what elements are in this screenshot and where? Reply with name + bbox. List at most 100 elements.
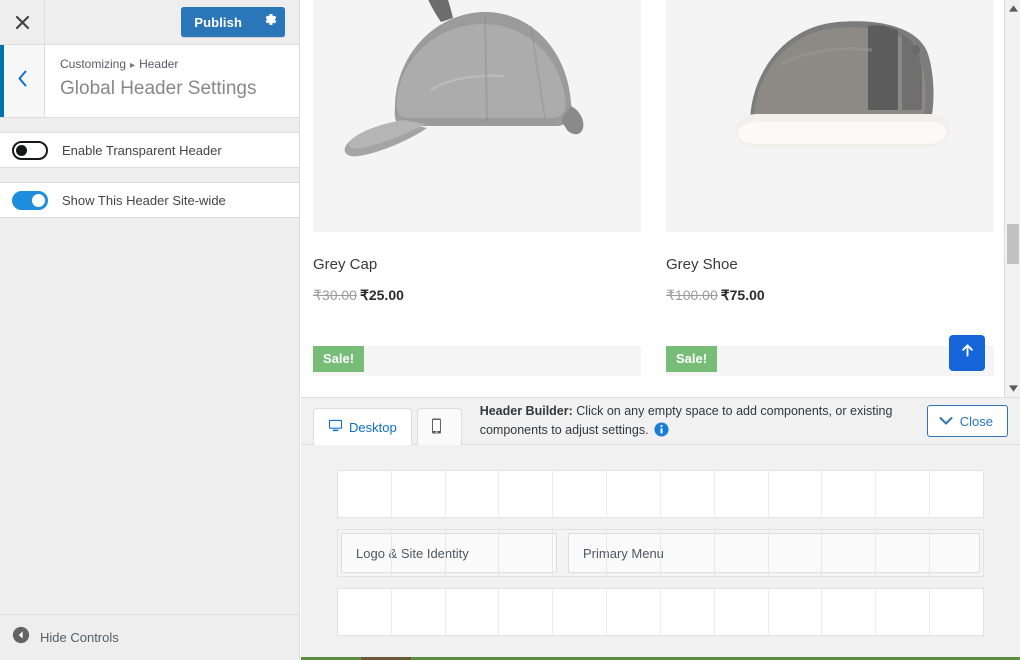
- device-tabs: Desktop: [313, 397, 462, 445]
- gear-icon: [263, 12, 278, 32]
- chevron-down-icon: [939, 414, 953, 429]
- control-show-header-sitewide[interactable]: Show This Header Site-wide: [0, 182, 299, 218]
- customizer-panel: Publish Customizing ▸ Header Global Head…: [0, 0, 300, 660]
- builder-row-primary-header[interactable]: Logo & Site Identity Primary Menu: [337, 529, 984, 577]
- tab-mobile[interactable]: [416, 408, 462, 445]
- back-button[interactable]: [0, 45, 45, 117]
- breadcrumb-root: Customizing: [60, 57, 127, 71]
- publish-settings-button[interactable]: [255, 7, 285, 37]
- chevron-left-icon: [17, 70, 28, 92]
- arrow-up-icon: [959, 342, 976, 364]
- builder-slot[interactable]: [446, 589, 500, 635]
- publish-button[interactable]: Publish: [181, 7, 255, 37]
- scroll-down-arrow-icon[interactable]: [1005, 380, 1020, 397]
- customizer-controls: Enable Transparent Header Show This Head…: [0, 132, 299, 614]
- builder-slot[interactable]: [499, 471, 554, 517]
- builder-row-below-header[interactable]: [337, 588, 984, 636]
- product-name[interactable]: Grey Shoe: [666, 256, 994, 273]
- close-builder-label: Close: [959, 413, 993, 429]
- next-row-products: Sale! Sale!: [313, 346, 994, 376]
- product-price-sale: ₹75.00: [720, 287, 765, 303]
- status-badge: Sale!: [313, 346, 365, 372]
- collapse-left-icon: [12, 626, 30, 649]
- builder-slot[interactable]: [930, 589, 983, 635]
- product-price: ₹30.00 ₹25.00: [313, 287, 641, 304]
- control-label-show-sitewide: Show This Header Site-wide: [62, 192, 226, 208]
- close-builder-button[interactable]: Close: [926, 405, 1008, 437]
- toggle-enable-transparent-header[interactable]: [12, 140, 48, 160]
- builder-item-primary-menu[interactable]: Primary Menu: [568, 533, 980, 573]
- header-builder-message: Header Builder: Click on any empty space…: [462, 398, 927, 444]
- info-icon[interactable]: [654, 422, 669, 437]
- scroll-to-top-button[interactable]: [949, 335, 985, 371]
- builder-slot[interactable]: [822, 471, 877, 517]
- builder-slot[interactable]: [822, 589, 877, 635]
- scroll-up-arrow-icon[interactable]: [1005, 0, 1020, 17]
- control-enable-transparent-header[interactable]: Enable Transparent Header: [0, 132, 299, 168]
- builder-slot[interactable]: [392, 589, 446, 635]
- product-price-sale: ₹25.00: [359, 287, 404, 303]
- builder-slot[interactable]: [661, 471, 715, 517]
- builder-slot[interactable]: [876, 589, 931, 635]
- product-price: ₹100.00 ₹75.00: [666, 287, 994, 304]
- builder-slot[interactable]: [930, 471, 983, 517]
- builder-slot[interactable]: [661, 589, 715, 635]
- toggle-show-header-sitewide[interactable]: [12, 190, 48, 210]
- scrollbar-thumb[interactable]: [1007, 224, 1019, 264]
- grey-shoe-image[interactable]: [666, 0, 994, 232]
- hide-controls-button[interactable]: Hide Controls: [0, 614, 299, 660]
- builder-row-above-header[interactable]: [337, 470, 984, 518]
- builder-slot[interactable]: [769, 471, 823, 517]
- builder-slot[interactable]: [553, 471, 608, 517]
- preview-scrollbar[interactable]: [1004, 0, 1020, 397]
- breadcrumb-separator: ▸: [130, 60, 136, 71]
- builder-slot[interactable]: [607, 589, 661, 635]
- builder-slot[interactable]: [338, 471, 392, 517]
- toggle-knob: [16, 144, 27, 156]
- section-header-text: Customizing ▸ Header Global Header Setting…: [45, 45, 299, 117]
- close-x-icon: [15, 15, 30, 30]
- header-builder-toolbar: Desktop Header Builder: Click on any emp…: [301, 398, 1020, 445]
- builder-item-label: Primary Menu: [583, 545, 664, 561]
- builder-slot[interactable]: [607, 471, 661, 517]
- page-title: Global Header Settings: [60, 78, 257, 99]
- panel-gap-top: [0, 118, 299, 132]
- customizer-topbar: Publish: [0, 0, 299, 45]
- builder-slot[interactable]: [769, 589, 823, 635]
- customizer-section-header: Customizing ▸ Header Global Header Setting…: [0, 45, 299, 118]
- product-card[interactable]: Grey Shoe ₹100.00 ₹75.00: [666, 0, 994, 304]
- breadcrumb-current: Header: [139, 57, 179, 71]
- mobile-icon: [431, 417, 442, 437]
- header-builder-message-title: Header Builder:: [479, 404, 573, 418]
- builder-slot[interactable]: [715, 589, 769, 635]
- publish-group: Publish: [181, 7, 285, 37]
- builder-slot[interactable]: [715, 471, 769, 517]
- product-name[interactable]: Grey Cap: [313, 256, 641, 273]
- product-grid: Grey Cap ₹30.00 ₹25.00 Grey Shoe ₹100.00…: [313, 0, 994, 304]
- product-card-partial[interactable]: Sale!: [666, 346, 994, 376]
- close-customizer-button[interactable]: [0, 0, 45, 44]
- product-card[interactable]: Grey Cap ₹30.00 ₹25.00: [313, 0, 641, 304]
- builder-slot[interactable]: [876, 471, 931, 517]
- control-label-transparent-header: Enable Transparent Header: [62, 142, 222, 158]
- desktop-icon: [328, 418, 343, 436]
- product-price-original: ₹30.00: [313, 287, 357, 303]
- hide-controls-label: Hide Controls: [40, 630, 119, 645]
- builder-slot[interactable]: [553, 589, 608, 635]
- customizer-screen: Publish Customizing ▸ Header Global Head…: [0, 0, 1020, 660]
- builder-item-label: Logo & Site Identity: [356, 545, 469, 561]
- toggle-knob: [32, 193, 45, 207]
- header-builder-panel: Desktop Header Builder: Click on any emp…: [301, 397, 1020, 660]
- builder-slot[interactable]: [338, 589, 392, 635]
- builder-slot[interactable]: [499, 589, 554, 635]
- status-badge: Sale!: [666, 346, 718, 372]
- tab-desktop[interactable]: Desktop: [313, 408, 412, 445]
- shop-products-area: Grey Cap ₹30.00 ₹25.00 Grey Shoe ₹100.00…: [301, 0, 1006, 397]
- builder-slot[interactable]: [446, 471, 500, 517]
- product-card-partial[interactable]: Sale!: [313, 346, 641, 376]
- grey-cap-image[interactable]: [313, 0, 641, 232]
- builder-slot[interactable]: [392, 471, 446, 517]
- header-builder-canvas: Logo & Site Identity Primary Menu: [301, 445, 1020, 660]
- product-price-original: ₹100.00: [666, 287, 718, 303]
- builder-item-logo-site-identity[interactable]: Logo & Site Identity: [341, 533, 557, 573]
